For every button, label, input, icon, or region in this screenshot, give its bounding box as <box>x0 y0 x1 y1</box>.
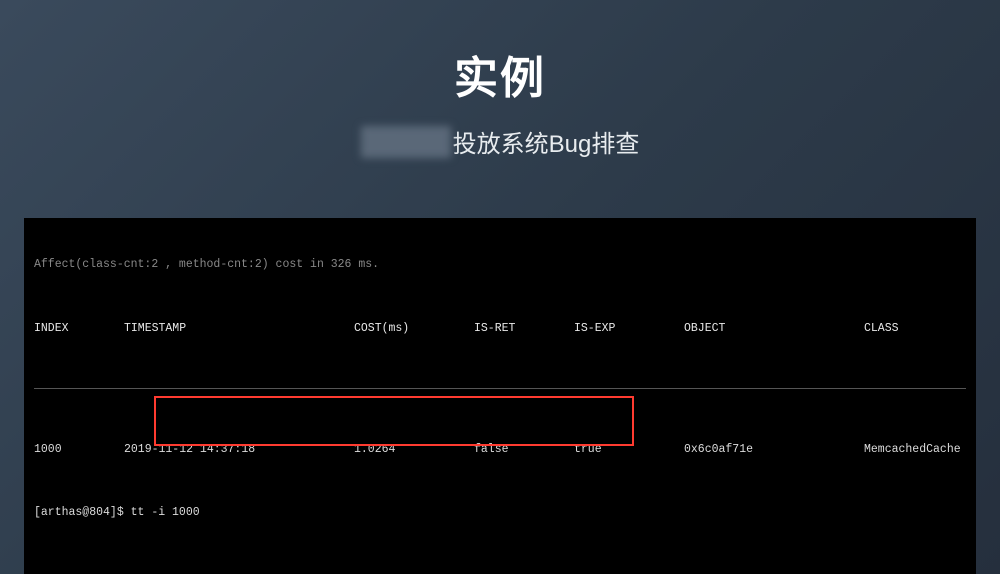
cell-timestamp: 2019-11-12 14:37:18 <box>124 442 354 458</box>
slide-title: 实例 <box>0 0 1000 106</box>
detail-block: INDEX1000 GMT-CREATE2019-11-12 14:37:18 … <box>34 569 966 574</box>
slide-subtitle: 投放系统Bug排查 <box>0 124 1000 159</box>
header-timestamp: TIMESTAMP <box>124 321 354 337</box>
cell-isret: false <box>474 442 574 458</box>
table-header-row: INDEX TIMESTAMP COST(ms) IS-RET IS-EXP O… <box>34 319 966 339</box>
cell-object: 0x6c0af71e <box>684 442 864 458</box>
redacted-block <box>361 126 451 158</box>
header-isexp: IS-EXP <box>574 321 684 337</box>
affect-line: Affect(class-cnt:2 , method-cnt:2) cost … <box>34 257 966 273</box>
cell-isexp: true <box>574 442 684 458</box>
cell-index: 1000 <box>34 442 124 458</box>
header-class: CLASS <box>864 321 966 337</box>
divider-line <box>34 388 966 389</box>
cell-class: MemcachedCache <box>864 442 966 458</box>
header-cost: COST(ms) <box>354 321 474 337</box>
table-row: 1000 2019-11-12 14:37:18 1.0264 false tr… <box>34 441 966 459</box>
cell-cost: 1.0264 <box>354 442 474 458</box>
header-index: INDEX <box>34 321 124 337</box>
highlight-box <box>154 396 634 446</box>
header-isret: IS-RET <box>474 321 574 337</box>
command-prompt: [arthas@804]$ tt -i 1000 <box>34 505 966 521</box>
header-object: OBJECT <box>684 321 864 337</box>
terminal-window: Affect(class-cnt:2 , method-cnt:2) cost … <box>24 218 976 574</box>
subtitle-text: 投放系统Bug排查 <box>453 124 640 159</box>
